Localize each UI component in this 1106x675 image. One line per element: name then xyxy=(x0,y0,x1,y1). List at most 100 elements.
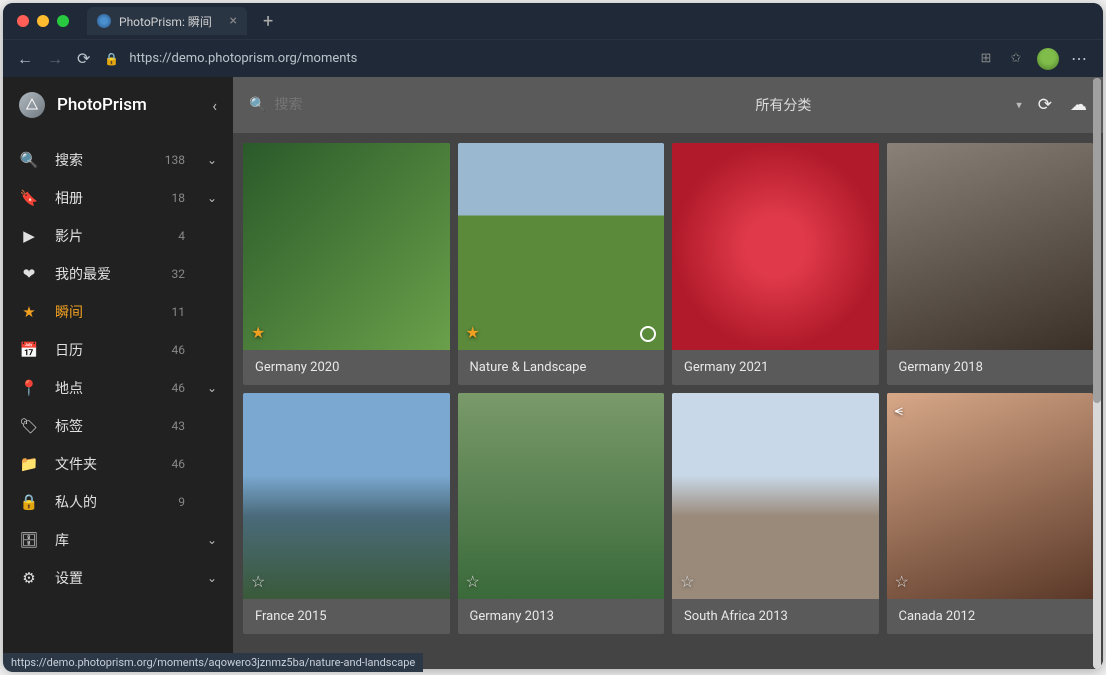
nav-icon: 📍 xyxy=(19,379,39,397)
sidebar-item-9[interactable]: 🔒私人的9 xyxy=(3,483,233,521)
chevron-down-icon: ⌄ xyxy=(201,571,217,585)
thumbnail[interactable]: ☆ xyxy=(243,393,450,600)
sidebar-item-11[interactable]: ⚙设置⌄ xyxy=(3,559,233,597)
forward-button[interactable]: → xyxy=(47,49,63,69)
moment-card[interactable]: ★ Germany 2020 xyxy=(243,143,450,385)
sidebar-item-3[interactable]: ❤我的最爱32 xyxy=(3,255,233,293)
content-toolbar: 🔍 所有分类 ▾ ⟳ ☁ xyxy=(233,77,1103,133)
status-url: https://demo.photoprism.org/moments/aqow… xyxy=(11,656,415,669)
new-tab-button[interactable]: + xyxy=(263,11,273,32)
nav-label: 库 xyxy=(55,530,137,550)
nav-count: 43 xyxy=(153,419,185,433)
thumbnail[interactable]: ☆⪪ xyxy=(887,393,1094,600)
sidebar-item-10[interactable]: 🗄库⌄ xyxy=(3,521,233,559)
brand-name: PhotoPrism xyxy=(57,95,200,115)
thumbnail[interactable]: ☆ xyxy=(672,393,879,600)
url-text: https://demo.photoprism.org/moments xyxy=(129,51,357,66)
chevron-down-icon: ⌄ xyxy=(201,153,217,167)
nav-count: 4 xyxy=(153,229,185,243)
sidebar-item-4[interactable]: ★ 瞬间 11 xyxy=(3,293,233,331)
star-outline-icon[interactable]: ☆ xyxy=(895,572,909,591)
address-bar[interactable]: 🔒 https://demo.photoprism.org/moments xyxy=(104,51,963,66)
sidebar-item-1[interactable]: 🔖相册18⌄ xyxy=(3,179,233,217)
window-close[interactable] xyxy=(17,15,29,27)
moment-card[interactable]: ☆ South Africa 2013 xyxy=(672,393,879,635)
moment-title: Germany 2018 xyxy=(887,350,1094,385)
reload-button[interactable]: ⟳ xyxy=(77,49,90,68)
share-icon[interactable]: ⪪ xyxy=(895,401,903,419)
moment-title: France 2015 xyxy=(243,599,450,634)
category-dropdown[interactable]: 所有分类 ▾ xyxy=(541,95,1026,115)
nav-icon: 🔒 xyxy=(19,493,39,511)
star-icon[interactable]: ★ xyxy=(251,323,265,342)
moment-card[interactable]: ☆⪪Canada 2012 xyxy=(887,393,1094,635)
search-box[interactable]: 🔍 xyxy=(249,97,529,113)
menu-icon[interactable]: ⋯ xyxy=(1071,49,1089,68)
search-input[interactable] xyxy=(274,97,494,113)
star-icon[interactable]: ★ xyxy=(466,323,480,342)
nav-icon: 🗄 xyxy=(19,531,39,549)
browser-tab[interactable]: PhotoPrism: 瞬间 × xyxy=(87,7,247,35)
moment-title: Nature & Landscape xyxy=(458,350,665,385)
extensions-icon[interactable]: ⊞ xyxy=(977,50,995,68)
star-outline-icon[interactable]: ☆ xyxy=(680,572,694,591)
nav-count: 11 xyxy=(153,305,185,319)
nav-icon: 🔍 xyxy=(19,151,39,169)
moment-card[interactable]: ★ Nature & Landscape xyxy=(458,143,665,385)
thumbnail[interactable] xyxy=(887,143,1094,350)
sidebar-item-2[interactable]: ▶影片4 xyxy=(3,217,233,255)
moment-title: South Africa 2013 xyxy=(672,599,879,634)
thumbnail[interactable]: ★ xyxy=(243,143,450,350)
search-icon: 🔍 xyxy=(249,97,266,113)
thumbnail[interactable]: ★ xyxy=(458,143,665,350)
nav-label: 影片 xyxy=(55,226,137,246)
sidebar-item-8[interactable]: 📁文件夹46 xyxy=(3,445,233,483)
upload-button[interactable]: ☁ xyxy=(1070,95,1087,115)
scrollbar[interactable] xyxy=(1093,78,1101,669)
nav-label: 瞬间 xyxy=(55,302,137,322)
sidebar-item-7[interactable]: 🏷 标签 43 xyxy=(3,407,233,445)
category-label: 所有分类 xyxy=(755,98,811,114)
back-button[interactable]: ← xyxy=(17,49,33,69)
nav-label: 日历 xyxy=(55,340,137,360)
moment-card[interactable]: Germany 2021 xyxy=(672,143,879,385)
sidebar-item-0[interactable]: 🔍搜索138⌄ xyxy=(3,141,233,179)
nav-icon: ⚙ xyxy=(19,569,39,587)
favorites-icon[interactable]: ✩ xyxy=(1007,50,1025,68)
thumbnail[interactable] xyxy=(672,143,879,350)
chevron-down-icon: ⌄ xyxy=(201,381,217,395)
star-outline-icon[interactable]: ☆ xyxy=(251,572,265,591)
window-zoom[interactable] xyxy=(57,15,69,27)
collapse-sidebar-icon[interactable]: ‹ xyxy=(212,96,217,115)
nav-label: 私人的 xyxy=(55,492,137,512)
nav-list: 🔍搜索138⌄🔖相册18⌄▶影片4❤我的最爱32★瞬间11📅日历46📍地点46⌄… xyxy=(3,141,233,597)
moment-card[interactable]: ☆ France 2015 xyxy=(243,393,450,635)
star-outline-icon[interactable]: ☆ xyxy=(466,572,480,591)
select-circle-icon[interactable] xyxy=(640,326,656,342)
nav-count: 46 xyxy=(153,381,185,395)
sidebar-item-6[interactable]: 📍地点46⌄ xyxy=(3,369,233,407)
nav-count: 46 xyxy=(153,457,185,471)
nav-icon: 🏷 xyxy=(19,417,39,435)
moments-grid: ★Germany 2020★Nature & LandscapeGermany … xyxy=(233,133,1103,669)
sidebar-item-5[interactable]: 📅日历46 xyxy=(3,331,233,369)
moment-title: Germany 2013 xyxy=(458,599,665,634)
nav-icon: ❤ xyxy=(19,265,39,283)
moment-card[interactable]: ☆ Germany 2013 xyxy=(458,393,665,635)
nav-icon: ★ xyxy=(19,303,39,321)
nav-label: 标签 xyxy=(55,416,137,436)
refresh-button[interactable]: ⟳ xyxy=(1038,95,1052,115)
status-bar: https://demo.photoprism.org/moments/aqow… xyxy=(3,653,423,672)
window-minimize[interactable] xyxy=(37,15,49,27)
close-tab-icon[interactable]: × xyxy=(230,13,237,29)
browser-title-bar: PhotoPrism: 瞬间 × + xyxy=(3,3,1103,39)
scrollbar-thumb[interactable] xyxy=(1093,78,1101,403)
profile-avatar-icon[interactable] xyxy=(1037,48,1059,70)
brand-row[interactable]: PhotoPrism ‹ xyxy=(3,77,233,133)
moment-title: Germany 2020 xyxy=(243,350,450,385)
nav-count: 138 xyxy=(153,153,185,167)
moment-card[interactable]: Germany 2018 xyxy=(887,143,1094,385)
thumbnail[interactable]: ☆ xyxy=(458,393,665,600)
moment-title: Canada 2012 xyxy=(887,599,1094,634)
nav-icon: 📅 xyxy=(19,341,39,359)
